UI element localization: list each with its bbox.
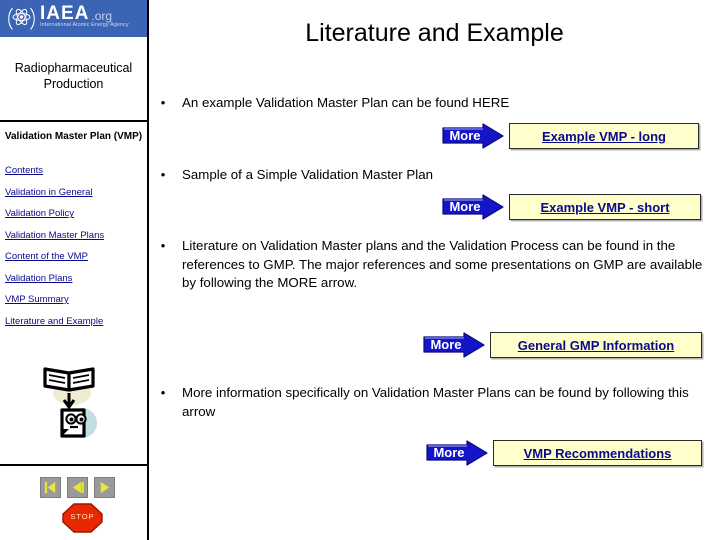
bullet-text-4: More information specifically on Validat…	[182, 385, 689, 419]
link-label-2: Example VMP - short	[540, 200, 670, 215]
logo-subtitle: International Atomic Energy Agency	[40, 22, 129, 28]
more-arrow-2[interactable]: More	[442, 194, 504, 220]
sidebar-item-validation-in-general[interactable]: Validation in General	[5, 187, 147, 198]
stop-button-label: STOP	[70, 512, 95, 521]
link-box-example-vmp-long[interactable]: Example VMP - long	[509, 123, 699, 149]
sidebar-nav-list: Contents Validation in General Validatio…	[5, 165, 147, 337]
more-arrow-label-2: More	[449, 199, 481, 214]
next-arrow-icon	[100, 481, 110, 494]
previous-slide-button[interactable]	[67, 477, 88, 498]
iaea-logo-text: IAEA .org International Atomic Energy Age…	[40, 4, 146, 29]
link-label-1: Example VMP - long	[541, 129, 666, 144]
bullet-marker: •	[160, 167, 166, 182]
bullet-text-1: An example Validation Master Plan can be…	[182, 95, 510, 110]
sidebar-item-validation-plans[interactable]: Validation Plans	[5, 273, 147, 284]
sidebar-item-literature-and-example[interactable]: Literature and Example	[5, 316, 147, 327]
more-arrow-label-1: More	[449, 128, 481, 143]
previous-arrow-icon	[72, 481, 84, 494]
link-label-4: VMP Recommendations	[523, 446, 672, 461]
open-book-and-reading-page-icon	[43, 367, 97, 438]
page-title: Literature and Example	[305, 19, 564, 47]
iaea-atom-emblem-icon	[8, 7, 35, 30]
logo-name: IAEA	[40, 3, 90, 24]
stop-button[interactable]: STOP	[62, 503, 103, 533]
bullet-text-3: Literature on Validation Master plans an…	[182, 238, 703, 290]
first-slide-button[interactable]	[40, 477, 61, 498]
sidebar-divider-top	[0, 120, 147, 122]
sidebar-item-validation-master-plans[interactable]: Validation Master Plans	[5, 230, 147, 241]
sidebar-item-vmp-summary[interactable]: VMP Summary	[5, 294, 147, 305]
link-box-general-gmp-information[interactable]: General GMP Information	[490, 332, 702, 358]
sidebar-nav-heading: Validation Master Plan (VMP)	[4, 131, 143, 142]
more-arrow-label-3: More	[430, 337, 462, 352]
sidebar-section-title: Radiopharmaceutical Production	[14, 61, 133, 91]
more-arrow-4[interactable]: More	[426, 440, 488, 466]
next-slide-button[interactable]	[94, 477, 115, 498]
sidebar-item-contents[interactable]: Contents	[5, 165, 147, 176]
bullet-marker: •	[160, 238, 166, 253]
bullet-marker: •	[160, 385, 166, 400]
sidebar-item-validation-policy[interactable]: Validation Policy	[5, 208, 147, 219]
sidebar: IAEA .org International Atomic Energy Age…	[0, 0, 149, 540]
iaea-logo-banner: IAEA .org International Atomic Energy Age…	[0, 0, 147, 37]
sidebar-divider-bottom	[0, 464, 147, 466]
sidebar-item-content-of-the-vmp[interactable]: Content of the VMP	[5, 251, 147, 262]
logo-domain: .org	[91, 9, 113, 23]
bullet-marker: •	[160, 95, 166, 110]
slide-navigation-buttons	[40, 477, 115, 498]
bullet-text-2: Sample of a Simple Validation Master Pla…	[182, 167, 434, 182]
more-arrow-1[interactable]: More	[442, 123, 504, 149]
more-arrow-label-4: More	[433, 445, 465, 460]
link-box-vmp-recommendations[interactable]: VMP Recommendations	[493, 440, 702, 466]
slide-content: Literature and Example • An example Vali…	[149, 0, 720, 540]
link-label-3: General GMP Information	[517, 338, 675, 353]
more-arrow-3[interactable]: More	[423, 332, 485, 358]
skip-to-first-icon	[44, 481, 56, 494]
link-box-example-vmp-short[interactable]: Example VMP - short	[509, 194, 701, 220]
